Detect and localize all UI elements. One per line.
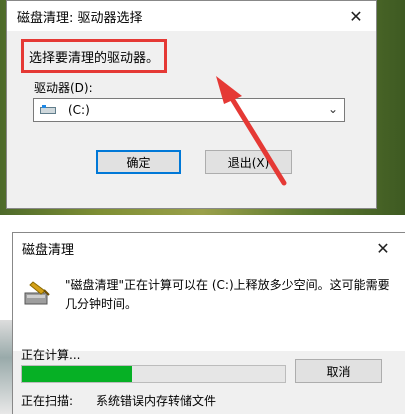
scanning-item: 系统错误内存转储文件	[96, 394, 217, 408]
dialog-titlebar: 磁盘清理: 驱动器选择 ✕	[7, 1, 376, 31]
progress-bar	[21, 365, 286, 383]
dialog-title: 磁盘清理: 驱动器选择	[17, 10, 143, 26]
progress-message: "磁盘清理"正在计算可以在 (C:)上释放多少空间。这可能需要几分钟时间。	[65, 278, 390, 311]
chevron-down-icon[interactable]: ⌄	[328, 102, 338, 116]
scanning-label: 正在扫描:	[21, 394, 74, 408]
calculating-label: 正在计算...	[21, 348, 81, 362]
hard-drive-icon	[40, 105, 56, 115]
close-icon[interactable]: ✕	[369, 237, 397, 259]
ok-button[interactable]: 确定	[96, 150, 181, 174]
exit-button[interactable]: 退出(X)	[205, 150, 292, 174]
disk-cleanup-progress-dialog: 磁盘清理 ✕ "磁盘清理"正在计算可以在 (C:)上释放多少空间。这可能需要几分…	[12, 232, 405, 414]
progress-fill	[22, 366, 133, 382]
drive-selection-dialog: 磁盘清理: 驱动器选择 ✕ 选择要清理的驱动器。 驱动器(D): (C:) ⌄ …	[6, 0, 377, 209]
dialog-titlebar: 磁盘清理 ✕	[13, 233, 405, 263]
close-icon[interactable]: ✕	[342, 5, 370, 27]
drive-select-value: (C:)	[68, 103, 90, 117]
drive-label: 驱动器(D):	[34, 81, 93, 95]
disk-cleanup-icon	[24, 281, 50, 305]
background-window-edge	[0, 320, 12, 414]
cancel-button[interactable]: 取消	[295, 359, 382, 383]
drive-select[interactable]: (C:) ⌄	[33, 98, 345, 122]
drive-prompt-text: 选择要清理的驱动器。	[28, 50, 159, 66]
dialog-title: 磁盘清理	[22, 242, 75, 258]
drive-prompt-highlight: 选择要清理的驱动器。	[21, 39, 167, 73]
